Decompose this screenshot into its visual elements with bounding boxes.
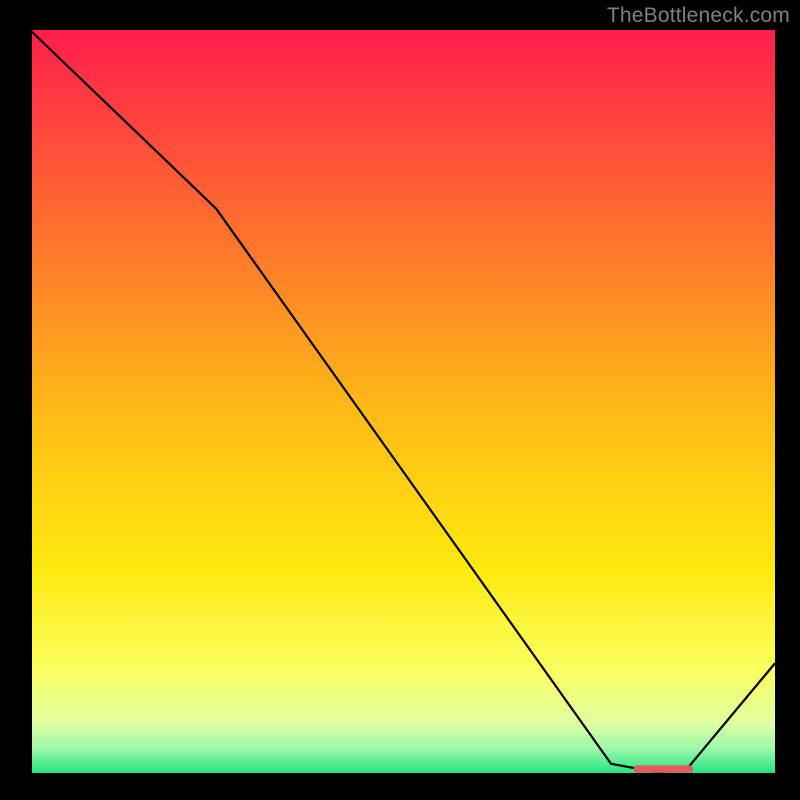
bottleneck-chart: [0, 0, 800, 800]
chart-stage: TheBottleneck.com: [0, 0, 800, 800]
plot-background: [30, 30, 775, 775]
optimum-marker: [633, 765, 693, 772]
